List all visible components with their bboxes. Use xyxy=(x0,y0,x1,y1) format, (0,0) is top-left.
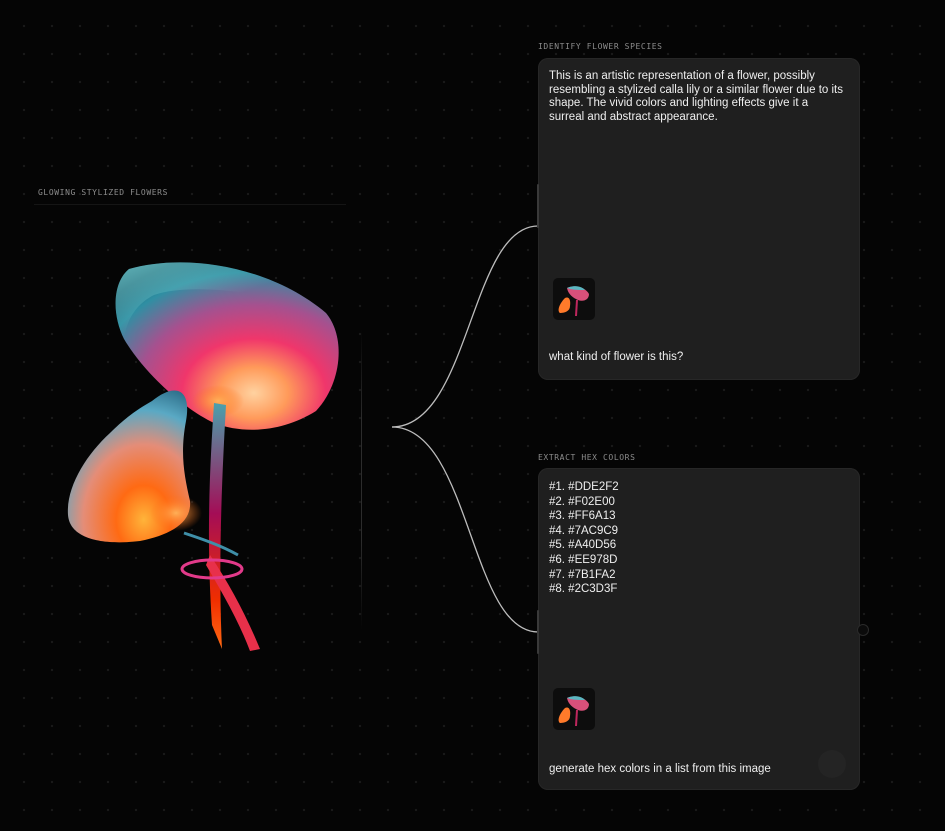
species-response-text: This is an artistic representation of a … xyxy=(549,70,843,123)
colors-prompt-text: generate hex colors in a list from this … xyxy=(549,763,771,775)
hex-color-item: #4. #7AC9C9 xyxy=(549,524,619,537)
hex-color-item: #1. #DDE2F2 xyxy=(549,481,619,493)
hex-color-item: #6. #EE978D xyxy=(549,553,618,566)
species-prompt-text: what kind of flower is this? xyxy=(549,351,684,363)
hex-color-item: #8. #2C3D3F xyxy=(549,583,618,596)
send-button[interactable] xyxy=(818,750,846,778)
colors-card-input-handle[interactable] xyxy=(537,610,539,654)
species-card-input-handle[interactable] xyxy=(537,184,539,228)
hex-color-item: #5. #A40D56 xyxy=(549,539,617,552)
colors-card-output-handle[interactable] xyxy=(857,624,869,636)
hex-color-list: #1. #DDE2F2 #2. #F02E00 #3. #FF6A13 #4. … xyxy=(549,480,619,597)
flower-thumbnail-icon xyxy=(553,688,595,730)
hex-color-item: #3. #FF6A13 xyxy=(549,510,616,523)
species-card[interactable]: This is an artistic representation of a … xyxy=(537,58,860,380)
hex-colors-card[interactable]: #1. #DDE2F2 #2. #F02E00 #3. #FF6A13 #4. … xyxy=(537,468,860,790)
hex-color-item: #7. #7B1FA2 xyxy=(549,568,616,581)
flower-thumbnail-icon xyxy=(553,278,595,320)
hex-color-item: #2. #F02E00 xyxy=(549,495,615,508)
